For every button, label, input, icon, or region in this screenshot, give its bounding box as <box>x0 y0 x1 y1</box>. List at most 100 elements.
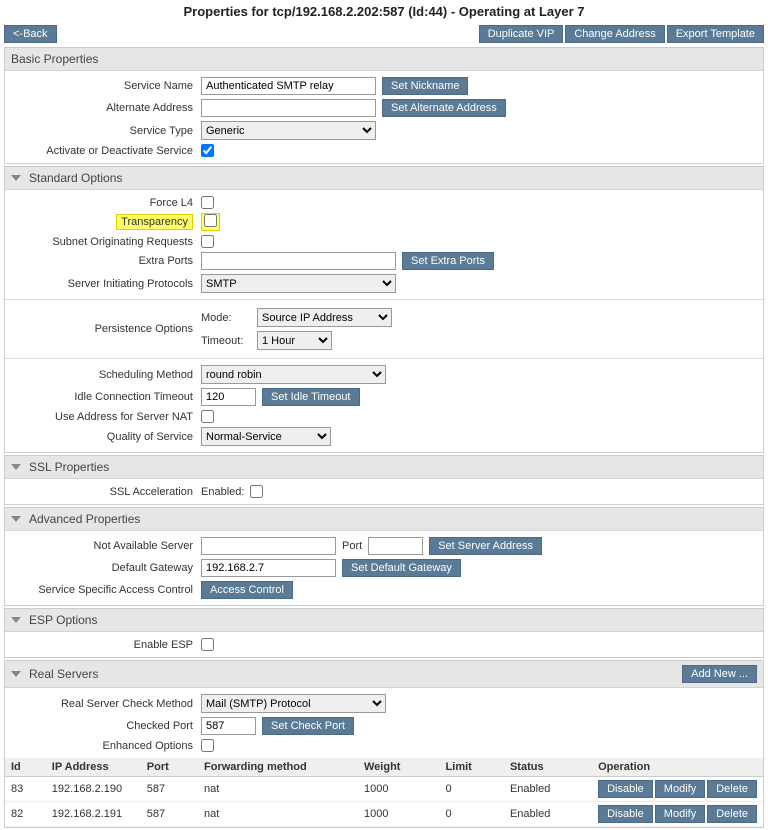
cell-limit: 0 <box>440 777 504 802</box>
top-bar: <-Back Duplicate VIP Change Address Expo… <box>0 25 768 47</box>
ssl-enabled-checkbox[interactable] <box>250 485 263 498</box>
activate-checkbox[interactable] <box>201 144 214 157</box>
service-name-input[interactable] <box>201 77 376 95</box>
subnet-originating-checkbox[interactable] <box>201 235 214 248</box>
cell-fwd: nat <box>198 777 358 802</box>
server-init-label: Server Initiating Protocols <box>11 278 201 290</box>
persistence-mode-select[interactable]: Source IP Address <box>257 308 392 327</box>
col-limit: Limit <box>440 758 504 777</box>
extra-ports-input[interactable] <box>201 252 396 270</box>
server-init-select[interactable]: SMTP <box>201 274 396 293</box>
alternate-address-input[interactable] <box>201 99 376 117</box>
service-type-label: Service Type <box>11 125 201 137</box>
page-title: Properties for tcp/192.168.2.202:587 (Id… <box>0 0 768 25</box>
alternate-address-label: Alternate Address <box>11 102 201 114</box>
mode-label: Mode: <box>201 312 251 324</box>
cell-limit: 0 <box>440 802 504 827</box>
chevron-down-icon <box>11 671 21 677</box>
default-gateway-label: Default Gateway <box>11 562 201 574</box>
activate-label: Activate or Deactivate Service <box>11 145 201 157</box>
checked-port-label: Checked Port <box>11 720 201 732</box>
service-type-select[interactable]: Generic <box>201 121 376 140</box>
persistence-timeout-select[interactable]: 1 Hour <box>257 331 332 350</box>
server-nat-label: Use Address for Server NAT <box>11 411 201 423</box>
advanced-properties-panel: Advanced Properties Not Available Server… <box>4 507 764 606</box>
transparency-label: Transparency <box>116 214 193 230</box>
idle-timeout-input[interactable] <box>201 388 256 406</box>
export-template-button[interactable]: Export Template <box>667 25 764 43</box>
port-label: Port <box>342 540 362 552</box>
chevron-down-icon <box>11 617 21 623</box>
cell-ip: 192.168.2.190 <box>46 777 141 802</box>
ssl-enabled-label: Enabled: <box>201 486 244 498</box>
cell-status: Enabled <box>504 802 592 827</box>
modify-button[interactable]: Modify <box>655 780 705 798</box>
set-nickname-button[interactable]: Set Nickname <box>382 77 468 95</box>
chevron-down-icon <box>11 516 21 522</box>
disable-button[interactable]: Disable <box>598 780 653 798</box>
service-name-label: Service Name <box>11 80 201 92</box>
cell-id: 83 <box>5 777 46 802</box>
real-servers-header[interactable]: Real Servers Add New ... <box>5 661 763 688</box>
checked-port-input[interactable] <box>201 717 256 735</box>
default-gateway-input[interactable] <box>201 559 336 577</box>
idle-timeout-label: Idle Connection Timeout <box>11 391 201 403</box>
delete-button[interactable]: Delete <box>707 805 757 823</box>
change-address-button[interactable]: Change Address <box>565 25 664 43</box>
back-button[interactable]: <-Back <box>4 25 57 43</box>
set-alternate-address-button[interactable]: Set Alternate Address <box>382 99 506 117</box>
timeout-label: Timeout: <box>201 335 251 347</box>
real-servers-panel: Real Servers Add New ... Real Server Che… <box>4 660 764 828</box>
set-server-address-button[interactable]: Set Server Address <box>429 537 542 555</box>
enable-esp-checkbox[interactable] <box>201 638 214 651</box>
col-port: Port <box>141 758 198 777</box>
chevron-down-icon <box>11 464 21 470</box>
na-server-label: Not Available Server <box>11 540 201 552</box>
force-l4-label: Force L4 <box>11 197 201 209</box>
enhanced-options-checkbox[interactable] <box>201 739 214 752</box>
disable-button[interactable]: Disable <box>598 805 653 823</box>
qos-label: Quality of Service <box>11 431 201 443</box>
transparency-checkbox[interactable] <box>204 214 217 227</box>
access-control-button[interactable]: Access Control <box>201 581 293 599</box>
col-op: Operation <box>592 758 763 777</box>
check-method-select[interactable]: Mail (SMTP) Protocol <box>201 694 386 713</box>
standard-options-panel: Standard Options Force L4 Transparency S… <box>4 166 764 453</box>
set-default-gateway-button[interactable]: Set Default Gateway <box>342 559 461 577</box>
cell-weight: 1000 <box>358 777 440 802</box>
col-ip: IP Address <box>46 758 141 777</box>
esp-options-panel: ESP Options Enable ESP <box>4 608 764 658</box>
panel-title: SSL Properties <box>29 460 109 474</box>
standard-options-header[interactable]: Standard Options <box>5 167 763 190</box>
chevron-down-icon <box>11 175 21 181</box>
col-status: Status <box>504 758 592 777</box>
server-nat-checkbox[interactable] <box>201 410 214 423</box>
panel-title: ESP Options <box>29 613 97 627</box>
force-l4-checkbox[interactable] <box>201 196 214 209</box>
cell-port: 587 <box>141 802 198 827</box>
ssl-properties-header[interactable]: SSL Properties <box>5 456 763 479</box>
modify-button[interactable]: Modify <box>655 805 705 823</box>
enhanced-options-label: Enhanced Options <box>11 740 201 752</box>
scheduling-select[interactable]: round robin <box>201 365 386 384</box>
cell-port: 587 <box>141 777 198 802</box>
qos-select[interactable]: Normal-Service <box>201 427 331 446</box>
na-server-input[interactable] <box>201 537 336 555</box>
scheduling-label: Scheduling Method <box>11 369 201 381</box>
cell-weight: 1000 <box>358 802 440 827</box>
persistence-options-label: Persistence Options <box>11 323 201 335</box>
esp-options-header[interactable]: ESP Options <box>5 609 763 632</box>
ssl-accel-label: SSL Acceleration <box>11 486 201 498</box>
na-port-input[interactable] <box>368 537 423 555</box>
set-check-port-button[interactable]: Set Check Port <box>262 717 354 735</box>
cell-fwd: nat <box>198 802 358 827</box>
access-control-label: Service Specific Access Control <box>11 584 201 596</box>
basic-properties-header[interactable]: Basic Properties <box>5 48 763 71</box>
delete-button[interactable]: Delete <box>707 780 757 798</box>
table-row: 83192.168.2.190587nat10000EnabledDisable… <box>5 777 763 802</box>
set-extra-ports-button[interactable]: Set Extra Ports <box>402 252 494 270</box>
duplicate-vip-button[interactable]: Duplicate VIP <box>479 25 564 43</box>
advanced-properties-header[interactable]: Advanced Properties <box>5 508 763 531</box>
set-idle-timeout-button[interactable]: Set Idle Timeout <box>262 388 360 406</box>
add-new-button[interactable]: Add New ... <box>682 665 757 683</box>
